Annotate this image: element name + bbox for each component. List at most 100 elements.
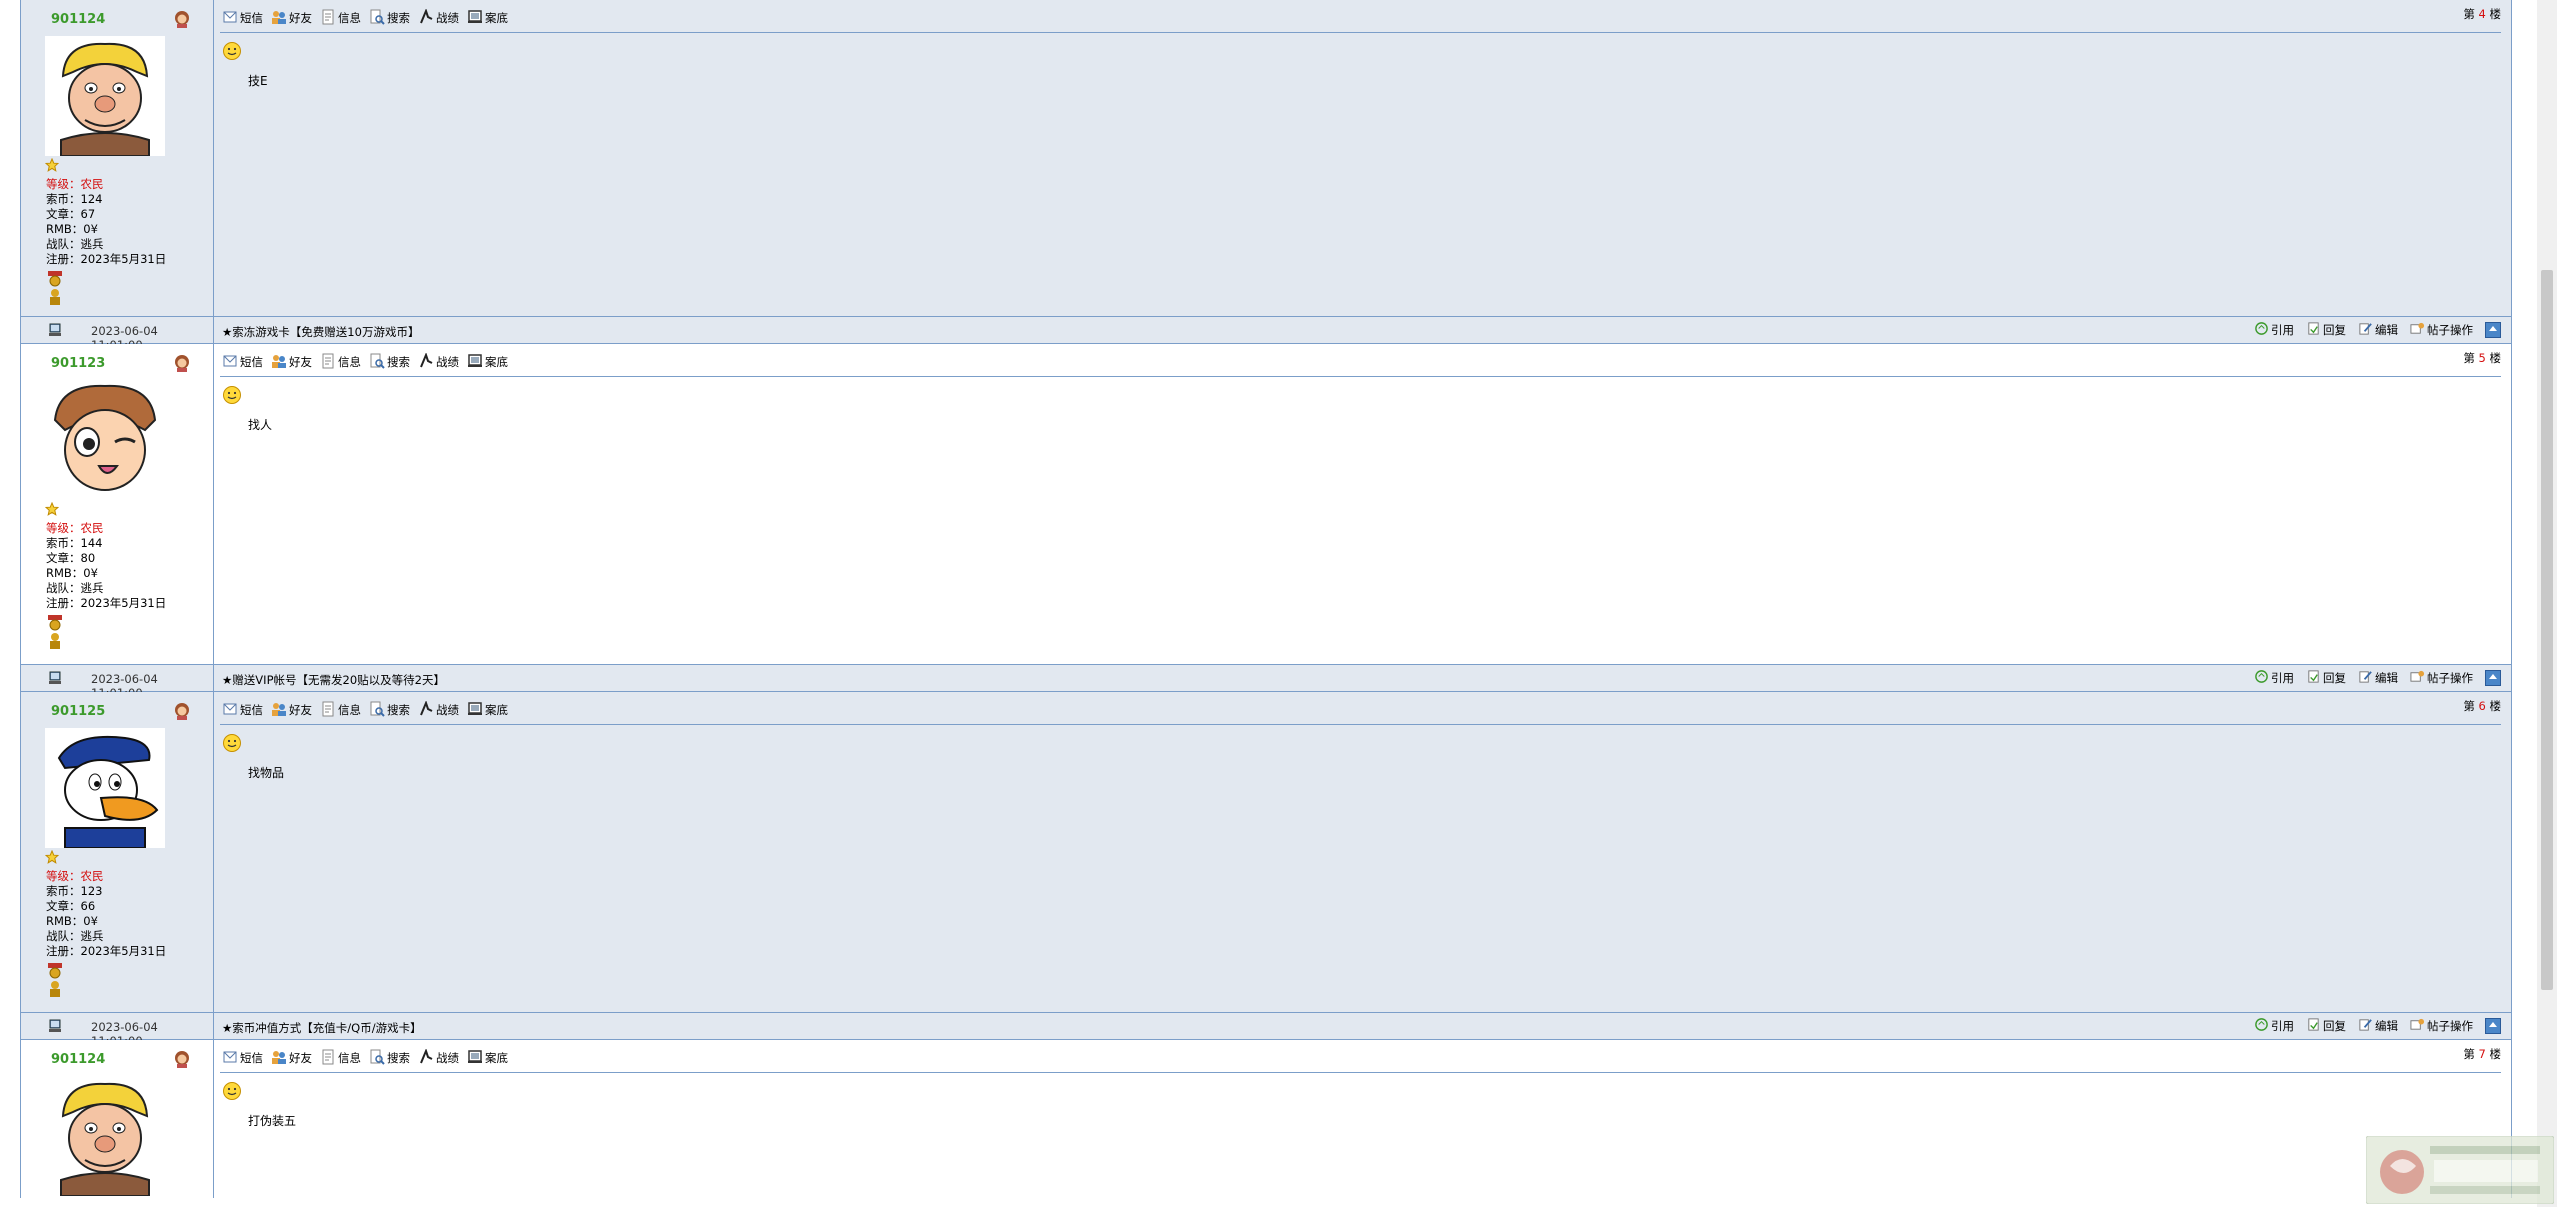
friends-button[interactable]: 好友 [271,701,312,720]
post-operations-button[interactable]: 帖子操作 [2410,669,2473,687]
floor-prefix: 第 [2463,699,2475,713]
back-to-top-button[interactable] [2485,1018,2501,1034]
quote-button[interactable]: 引用 [2254,321,2294,339]
info-button[interactable]: 信息 [320,701,361,720]
promo-link[interactable]: ★索币冲值方式【充值卡/Q币/游戏卡】 [222,1020,422,1036]
floor-prefix: 第 [2463,1047,2475,1061]
floor-suffix: 楼 [2489,699,2502,713]
content-divider [220,1072,2501,1073]
ip-computer-icon [47,670,63,686]
post-toolbar: 短信 好友 信息 搜索 战绩 案底 [222,1047,508,1068]
author-username-link[interactable]: 901124 [51,1052,105,1067]
back-to-top-icon [2488,1019,2498,1033]
post-content: 短信 好友 信息 搜索 战绩 案底 第 6 楼找物品 [214,692,2511,1012]
reply-button[interactable]: 回复 [2306,669,2346,687]
medal-icon [46,270,64,288]
back-to-top-button[interactable] [2485,670,2501,686]
sms-button[interactable]: 短信 [222,353,263,372]
author-avatar[interactable]: winking-boy-avatar [45,380,165,500]
post-operations-icon [2410,1017,2425,1035]
scrollbar-thumb[interactable] [2541,270,2553,990]
quote-icon [2254,1017,2269,1035]
author-registered: 注册：2023年5月31日 [46,596,167,610]
search-button[interactable]: 搜索 [369,353,410,372]
author-articles: 文章：67 [46,207,96,221]
info-icon [320,9,336,28]
edit-button-label: 编辑 [2375,1019,2398,1033]
case-record-button[interactable]: 案底 [467,353,508,372]
level-label: 等级： [46,521,81,535]
action-group: 引用 回复 编辑 帖子操作 [2254,321,2501,339]
post-operations-button[interactable]: 帖子操作 [2410,321,2473,339]
case-record-button[interactable]: 案底 [467,701,508,720]
info-button[interactable]: 信息 [320,353,361,372]
ip-computer-icon [47,1018,63,1034]
floor-value: 7 [2478,1047,2486,1061]
action-group: 引用 回复 编辑 帖子操作 [2254,1017,2501,1035]
forum-post: 901125 donald-duck-avatar 等级：农民索币：123文章：66… [21,692,2511,1012]
case-record-button-label: 案底 [485,355,508,369]
sms-button[interactable]: 短信 [222,1049,263,1068]
search-button[interactable]: 搜索 [369,9,410,28]
floor-number: 第 4 楼 [2463,6,2501,22]
promo-link[interactable]: ★赠送VIP帐号【无需发20贴以及等待2天】 [222,672,445,688]
friends-button[interactable]: 好友 [271,353,312,372]
sms-button-label: 短信 [240,355,263,369]
author-username-link[interactable]: 901123 [51,356,105,371]
post-meta-actions: ★索币冲值方式【充值卡/Q币/游戏卡】 引用 回复 编辑 帖子操作 [214,1013,2511,1039]
vertical-scrollbar[interactable] [2537,0,2557,1207]
sms-button-label: 短信 [240,1051,263,1065]
friends-button[interactable]: 好友 [271,9,312,28]
ip-computer-icon [47,322,63,338]
sms-button[interactable]: 短信 [222,9,263,28]
case-record-icon [467,9,483,28]
message-icon [222,701,238,720]
message-icon [222,9,238,28]
level-label: 等级： [46,177,81,191]
quote-button[interactable]: 引用 [2254,669,2294,687]
search-button-label: 搜索 [387,1051,410,1065]
post-meta-info: 2023-06-04 11:01:00 [21,317,214,352]
floor-prefix: 第 [2463,7,2475,21]
promo-link[interactable]: ★索冻游戏卡【免费赠送10万游戏币】 [222,324,419,340]
forum-post: 901124 farmer-face-avatar 等级：农民索币：124文章：67… [21,0,2511,316]
author-avatar[interactable]: donald-duck-avatar [45,728,165,849]
author-coins: 索币：124 [46,192,103,206]
info-button[interactable]: 信息 [320,9,361,28]
author-username-link[interactable]: 901124 [51,12,105,27]
case-record-button[interactable]: 案底 [467,1049,508,1068]
edit-button[interactable]: 编辑 [2358,1017,2398,1035]
edit-button[interactable]: 编辑 [2358,669,2398,687]
friends-button[interactable]: 好友 [271,1049,312,1068]
battle-record-button-label: 战绩 [436,703,459,717]
case-record-button[interactable]: 案底 [467,9,508,28]
author-username-link[interactable]: 901125 [51,704,105,719]
edit-button[interactable]: 编辑 [2358,321,2398,339]
reply-button[interactable]: 回复 [2306,321,2346,339]
floor-suffix: 楼 [2489,1047,2502,1061]
battle-record-button[interactable]: 战绩 [418,699,459,720]
post-meta-bar: 2023-06-04 11:01:00 ★索币冲值方式【充值卡/Q币/游戏卡】 引用… [21,1012,2511,1048]
post-operations-button-label: 帖子操作 [2427,1019,2473,1033]
sms-button[interactable]: 短信 [222,701,263,720]
post-toolbar: 短信 好友 信息 搜索 战绩 案底 [222,7,508,28]
author-panel: 901125 donald-duck-avatar 等级：农民索币：123文章：66… [21,692,214,1012]
quote-button[interactable]: 引用 [2254,1017,2294,1035]
post-operations-button[interactable]: 帖子操作 [2410,1017,2473,1035]
friends-icon [271,1049,287,1068]
floor-value: 6 [2478,699,2486,713]
author-avatar[interactable]: farmer-face-avatar [45,36,165,157]
search-button[interactable]: 搜索 [369,1049,410,1068]
author-avatar[interactable]: farmer-face-avatar [45,1076,165,1197]
author-articles: 文章：66 [46,899,96,913]
back-to-top-button[interactable] [2485,322,2501,338]
battle-record-button[interactable]: 战绩 [418,351,459,372]
info-button-label: 信息 [338,355,361,369]
search-button[interactable]: 搜索 [369,701,410,720]
author-team: 战队：逃兵 [46,581,104,595]
battle-record-button[interactable]: 战绩 [418,7,459,28]
message-icon [222,353,238,372]
battle-record-button[interactable]: 战绩 [418,1047,459,1068]
info-button[interactable]: 信息 [320,1049,361,1068]
reply-button[interactable]: 回复 [2306,1017,2346,1035]
